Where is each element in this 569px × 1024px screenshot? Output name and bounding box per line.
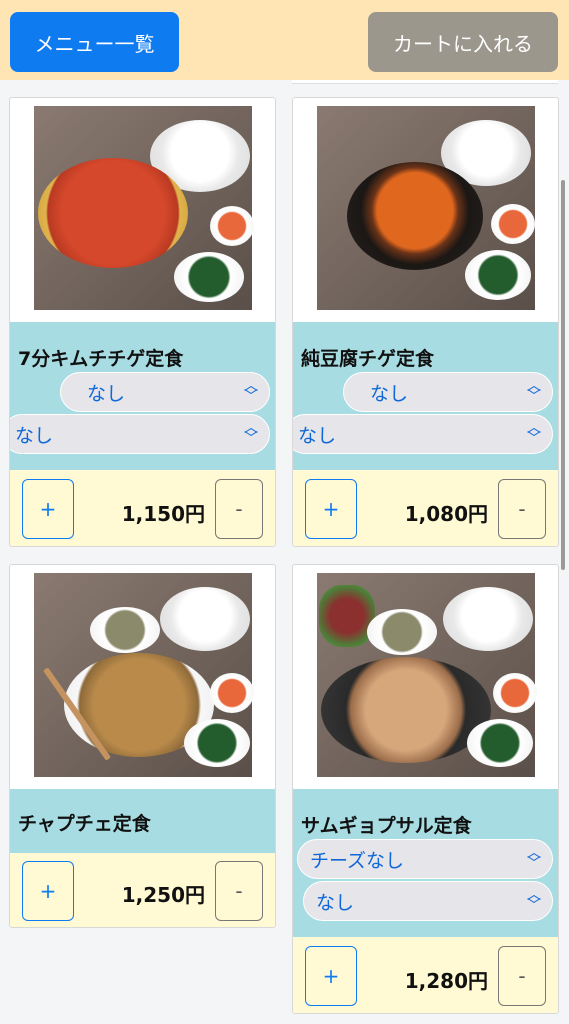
- food-image: [34, 106, 254, 310]
- option-value: なし: [316, 891, 355, 914]
- scrollbar[interactable]: [561, 180, 565, 570]
- menu-card: チャプチェ定食 + 1,250円 -: [9, 564, 276, 928]
- increment-button[interactable]: +: [22, 479, 74, 539]
- menu-card: 7分キムチチゲ定食 なし ︿ ﹀ なし ︿ ﹀ + 1,150円 -: [9, 97, 276, 547]
- option-value: チーズなし: [310, 849, 405, 872]
- item-name: チャプチェ定食: [18, 813, 151, 835]
- top-bar: メニュー一覧 カートに入れる: [0, 0, 569, 80]
- option-select-2[interactable]: なし ︿ ﹀: [10, 414, 270, 454]
- option-value: なし: [15, 424, 54, 447]
- increment-button[interactable]: +: [305, 946, 357, 1006]
- option-value: なし: [298, 424, 337, 447]
- item-price: 1,080円: [404, 502, 488, 526]
- chevron-updown-icon: ︿ ﹀: [244, 378, 258, 405]
- menu-card: 純豆腐チゲ定食 なし ︿ ﹀ なし ︿ ﹀ + 1,080円 -: [292, 97, 559, 547]
- divider: [292, 80, 558, 84]
- chevron-updown-icon: ︿ ﹀: [527, 378, 541, 405]
- item-price: 1,280円: [404, 969, 488, 993]
- price-row: + 1,280円 -: [293, 937, 558, 1013]
- chevron-updown-icon: ︿ ﹀: [527, 887, 541, 914]
- option-value: なし: [87, 382, 126, 405]
- add-to-cart-button[interactable]: カートに入れる: [368, 12, 558, 72]
- item-name: 純豆腐チゲ定食: [301, 348, 435, 370]
- item-info: 7分キムチチゲ定食 なし ︿ ﹀ なし ︿ ﹀: [10, 322, 275, 470]
- item-price: 1,150円: [121, 502, 205, 526]
- price-row: + 1,150円 -: [10, 470, 275, 546]
- item-info: 純豆腐チゲ定食 なし ︿ ﹀ なし ︿ ﹀: [293, 322, 558, 470]
- increment-button[interactable]: +: [22, 861, 74, 921]
- chevron-updown-icon: ︿ ﹀: [527, 420, 541, 447]
- option-value: なし: [370, 382, 409, 405]
- item-price: 1,250円: [121, 883, 205, 907]
- chevron-updown-icon: ︿ ﹀: [244, 420, 258, 447]
- item-name: サムギョプサル定食: [301, 815, 472, 837]
- option-select-2[interactable]: なし ︿ ﹀: [303, 881, 553, 921]
- menu-card: サムギョプサル定食 チーズなし ︿ ﹀ なし ︿ ﹀ + 1,280円 -: [292, 564, 559, 1014]
- food-image: [34, 573, 254, 777]
- price-row: + 1,080円 -: [293, 470, 558, 546]
- decrement-button[interactable]: -: [498, 479, 546, 539]
- menu-list-button[interactable]: メニュー一覧: [10, 12, 179, 72]
- decrement-button[interactable]: -: [215, 479, 263, 539]
- food-image: [317, 573, 537, 777]
- increment-button[interactable]: +: [305, 479, 357, 539]
- price-row: + 1,250円 -: [10, 853, 275, 927]
- option-select-1[interactable]: なし ︿ ﹀: [60, 372, 270, 412]
- food-image: [317, 106, 535, 310]
- chevron-updown-icon: ︿ ﹀: [527, 845, 541, 872]
- item-info: チャプチェ定食: [10, 789, 275, 853]
- item-name: 7分キムチチゲ定食: [18, 348, 184, 370]
- item-info: サムギョプサル定食 チーズなし ︿ ﹀ なし ︿ ﹀: [293, 789, 558, 937]
- option-select-2[interactable]: なし ︿ ﹀: [293, 414, 553, 454]
- option-select-1[interactable]: なし ︿ ﹀: [343, 372, 553, 412]
- option-select-1[interactable]: チーズなし ︿ ﹀: [297, 839, 553, 879]
- decrement-button[interactable]: -: [498, 946, 546, 1006]
- decrement-button[interactable]: -: [215, 861, 263, 921]
